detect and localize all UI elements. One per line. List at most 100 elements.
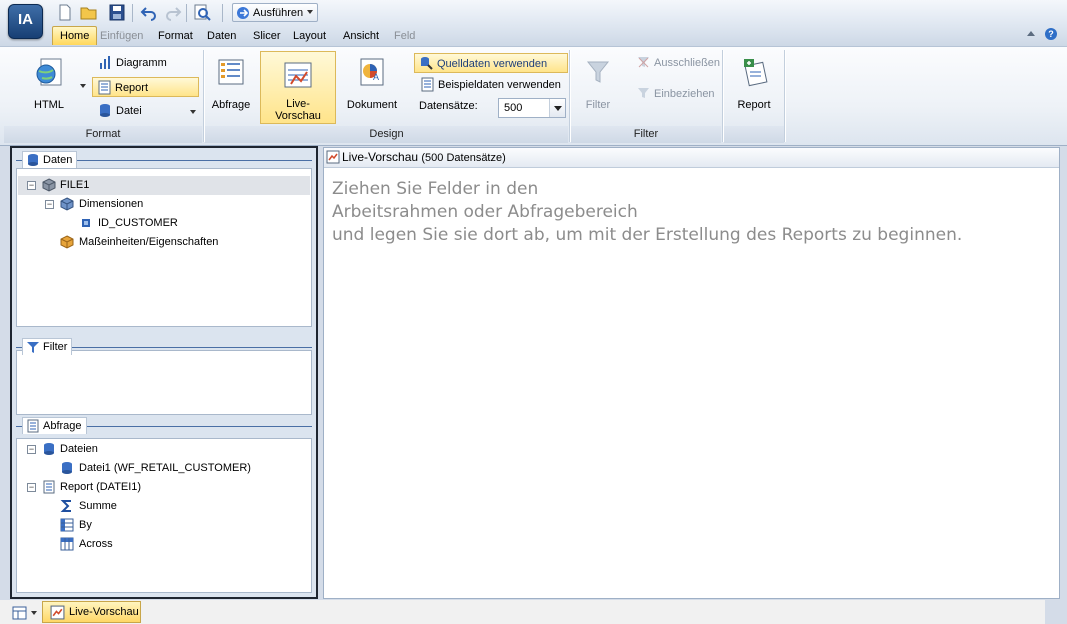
- chevron-down-icon: [307, 10, 313, 14]
- svg-text:A: A: [373, 72, 379, 82]
- quelldaten-button[interactable]: Quelldaten verwenden: [414, 53, 568, 73]
- collapse-icon[interactable]: −: [27, 483, 36, 492]
- filter-label: Filter: [585, 99, 611, 111]
- tab-feld[interactable]: Feld: [392, 27, 417, 45]
- include-icon: [638, 88, 649, 98]
- chevron-down-icon[interactable]: [80, 84, 86, 88]
- tree-item-report[interactable]: − Report (DATEI1): [18, 478, 310, 497]
- tree-item-datei1[interactable]: Datei1 (WF_RETAIL_CUSTOMER): [18, 459, 310, 478]
- help-icon[interactable]: ?: [1045, 28, 1057, 40]
- quelldaten-label: Quelldaten verwenden: [437, 58, 548, 70]
- toolbar-separator: [222, 4, 223, 22]
- dokument-label: Dokument: [346, 99, 398, 111]
- preview-title: Live-Vorschau (500 Datensätze): [342, 150, 506, 164]
- chevron-down-icon: [31, 611, 37, 615]
- tree-item-dateien[interactable]: − Dateien: [18, 440, 310, 459]
- collapse-icon[interactable]: −: [45, 200, 54, 209]
- tree-label: By: [79, 519, 92, 531]
- database-icon: [62, 462, 72, 474]
- drop-hint-line: Ziehen Sie Felder in den: [332, 179, 539, 199]
- report-run-label: Report: [737, 99, 771, 111]
- group-label-design: Design: [369, 128, 404, 140]
- tree-label: Summe: [79, 500, 117, 512]
- undo-icon[interactable]: [140, 4, 158, 21]
- tab-layout[interactable]: Layout: [291, 27, 328, 45]
- tree-item-masseinheiten[interactable]: Maßeinheiten/Eigenschaften: [18, 233, 310, 252]
- report-format-button[interactable]: Report: [92, 77, 199, 97]
- query-icon: [27, 419, 39, 433]
- html-button[interactable]: HTML: [24, 56, 74, 116]
- filter-title-label: Filter: [43, 341, 68, 353]
- collapse-icon[interactable]: −: [27, 181, 36, 190]
- ausschliessen-button[interactable]: Ausschließen: [632, 53, 742, 73]
- abfrage-pane-title[interactable]: Abfrage: [22, 417, 87, 434]
- field-icon: [82, 219, 90, 227]
- drop-hint-line: Arbeitsrahmen oder Abfragebereich: [332, 202, 638, 222]
- tree-item-id-customer[interactable]: ID_CUSTOMER: [18, 214, 310, 233]
- tree-label: Datei1 (WF_RETAIL_CUSTOMER): [79, 462, 251, 474]
- live-vorschau-label-1: Live-: [286, 98, 310, 110]
- beispieldaten-button[interactable]: Beispieldaten verwenden: [416, 75, 590, 95]
- filter-button[interactable]: Filter: [576, 56, 620, 116]
- group-separator: [784, 50, 786, 142]
- new-document-icon[interactable]: [56, 4, 74, 21]
- tree-item-by[interactable]: By: [18, 516, 310, 535]
- beispieldaten-label: Beispieldaten verwenden: [438, 79, 561, 91]
- filter-pane-title[interactable]: Filter: [22, 338, 73, 355]
- tab-format[interactable]: Format: [156, 27, 195, 45]
- minimize-ribbon-icon[interactable]: [1027, 31, 1035, 36]
- tree-item-summe[interactable]: Summe: [18, 497, 310, 516]
- collapse-icon[interactable]: −: [27, 445, 36, 454]
- html-label: HTML: [34, 99, 64, 111]
- bottom-tab-label: Live-Vorschau: [69, 606, 139, 618]
- datensaetze-select[interactable]: 500: [498, 98, 566, 118]
- live-preview-icon: [284, 62, 312, 88]
- preview-header: Live-Vorschau (500 Datensätze): [324, 148, 1059, 168]
- chevron-down-icon: [190, 110, 196, 114]
- database-icon: [100, 104, 110, 117]
- view-switch-icon: [12, 606, 27, 620]
- bottom-tab-live-vorschau[interactable]: Live-Vorschau: [42, 601, 141, 623]
- abfrage-title-label: Abfrage: [43, 420, 82, 432]
- datei-label: Datei: [116, 105, 142, 117]
- run-button[interactable]: Ausführen: [232, 3, 318, 22]
- tab-slicer[interactable]: Slicer: [251, 27, 283, 45]
- group-label-format: Format: [85, 128, 121, 140]
- open-folder-icon[interactable]: [80, 4, 98, 21]
- sample-data-icon: [421, 77, 434, 92]
- chevron-down-icon[interactable]: [549, 99, 565, 117]
- tab-einfuegen[interactable]: Einfügen: [98, 27, 145, 45]
- save-icon[interactable]: [108, 4, 126, 21]
- tab-ansicht[interactable]: Ansicht: [341, 27, 381, 45]
- funnel-icon: [586, 61, 610, 83]
- abfrage-button[interactable]: Abfrage: [208, 56, 254, 116]
- view-switcher-button[interactable]: [12, 604, 40, 622]
- report-icon: [43, 480, 55, 494]
- quick-access-toolbar: [0, 0, 1067, 25]
- tree-label: Report (DATEI1): [60, 481, 142, 493]
- report-run-button[interactable]: Report: [730, 56, 778, 116]
- report-format-label: Report: [115, 82, 149, 94]
- live-vorschau-button[interactable]: Live- Vorschau: [260, 51, 336, 124]
- filter-pane: [16, 350, 312, 415]
- run-label: Ausführen: [253, 7, 304, 19]
- cube-icon: [42, 178, 56, 192]
- app-logo-button[interactable]: IA: [8, 4, 43, 39]
- exclude-icon: [638, 57, 649, 68]
- tree-item-file1[interactable]: − FILE1: [18, 176, 310, 195]
- dokument-button[interactable]: A Dokument: [344, 56, 400, 116]
- daten-title-label: Daten: [43, 154, 73, 166]
- redo-icon[interactable]: [164, 4, 182, 21]
- tree-item-across[interactable]: Across: [18, 535, 310, 554]
- preview-title-label: Live-Vorschau: [342, 150, 419, 164]
- tab-daten[interactable]: Daten: [205, 27, 238, 45]
- drop-hint-line: und legen Sie sie dort ab, um mit der Er…: [332, 225, 963, 245]
- html-globe-icon: [36, 58, 62, 86]
- einbeziehen-button[interactable]: Einbeziehen: [632, 84, 742, 104]
- sum-icon: [60, 500, 71, 512]
- print-preview-icon[interactable]: [193, 4, 211, 21]
- tree-item-dimensionen[interactable]: − Dimensionen: [18, 195, 310, 214]
- daten-pane-title[interactable]: Daten: [22, 151, 78, 168]
- einbeziehen-label: Einbeziehen: [654, 88, 715, 100]
- tab-home[interactable]: Home: [52, 26, 98, 45]
